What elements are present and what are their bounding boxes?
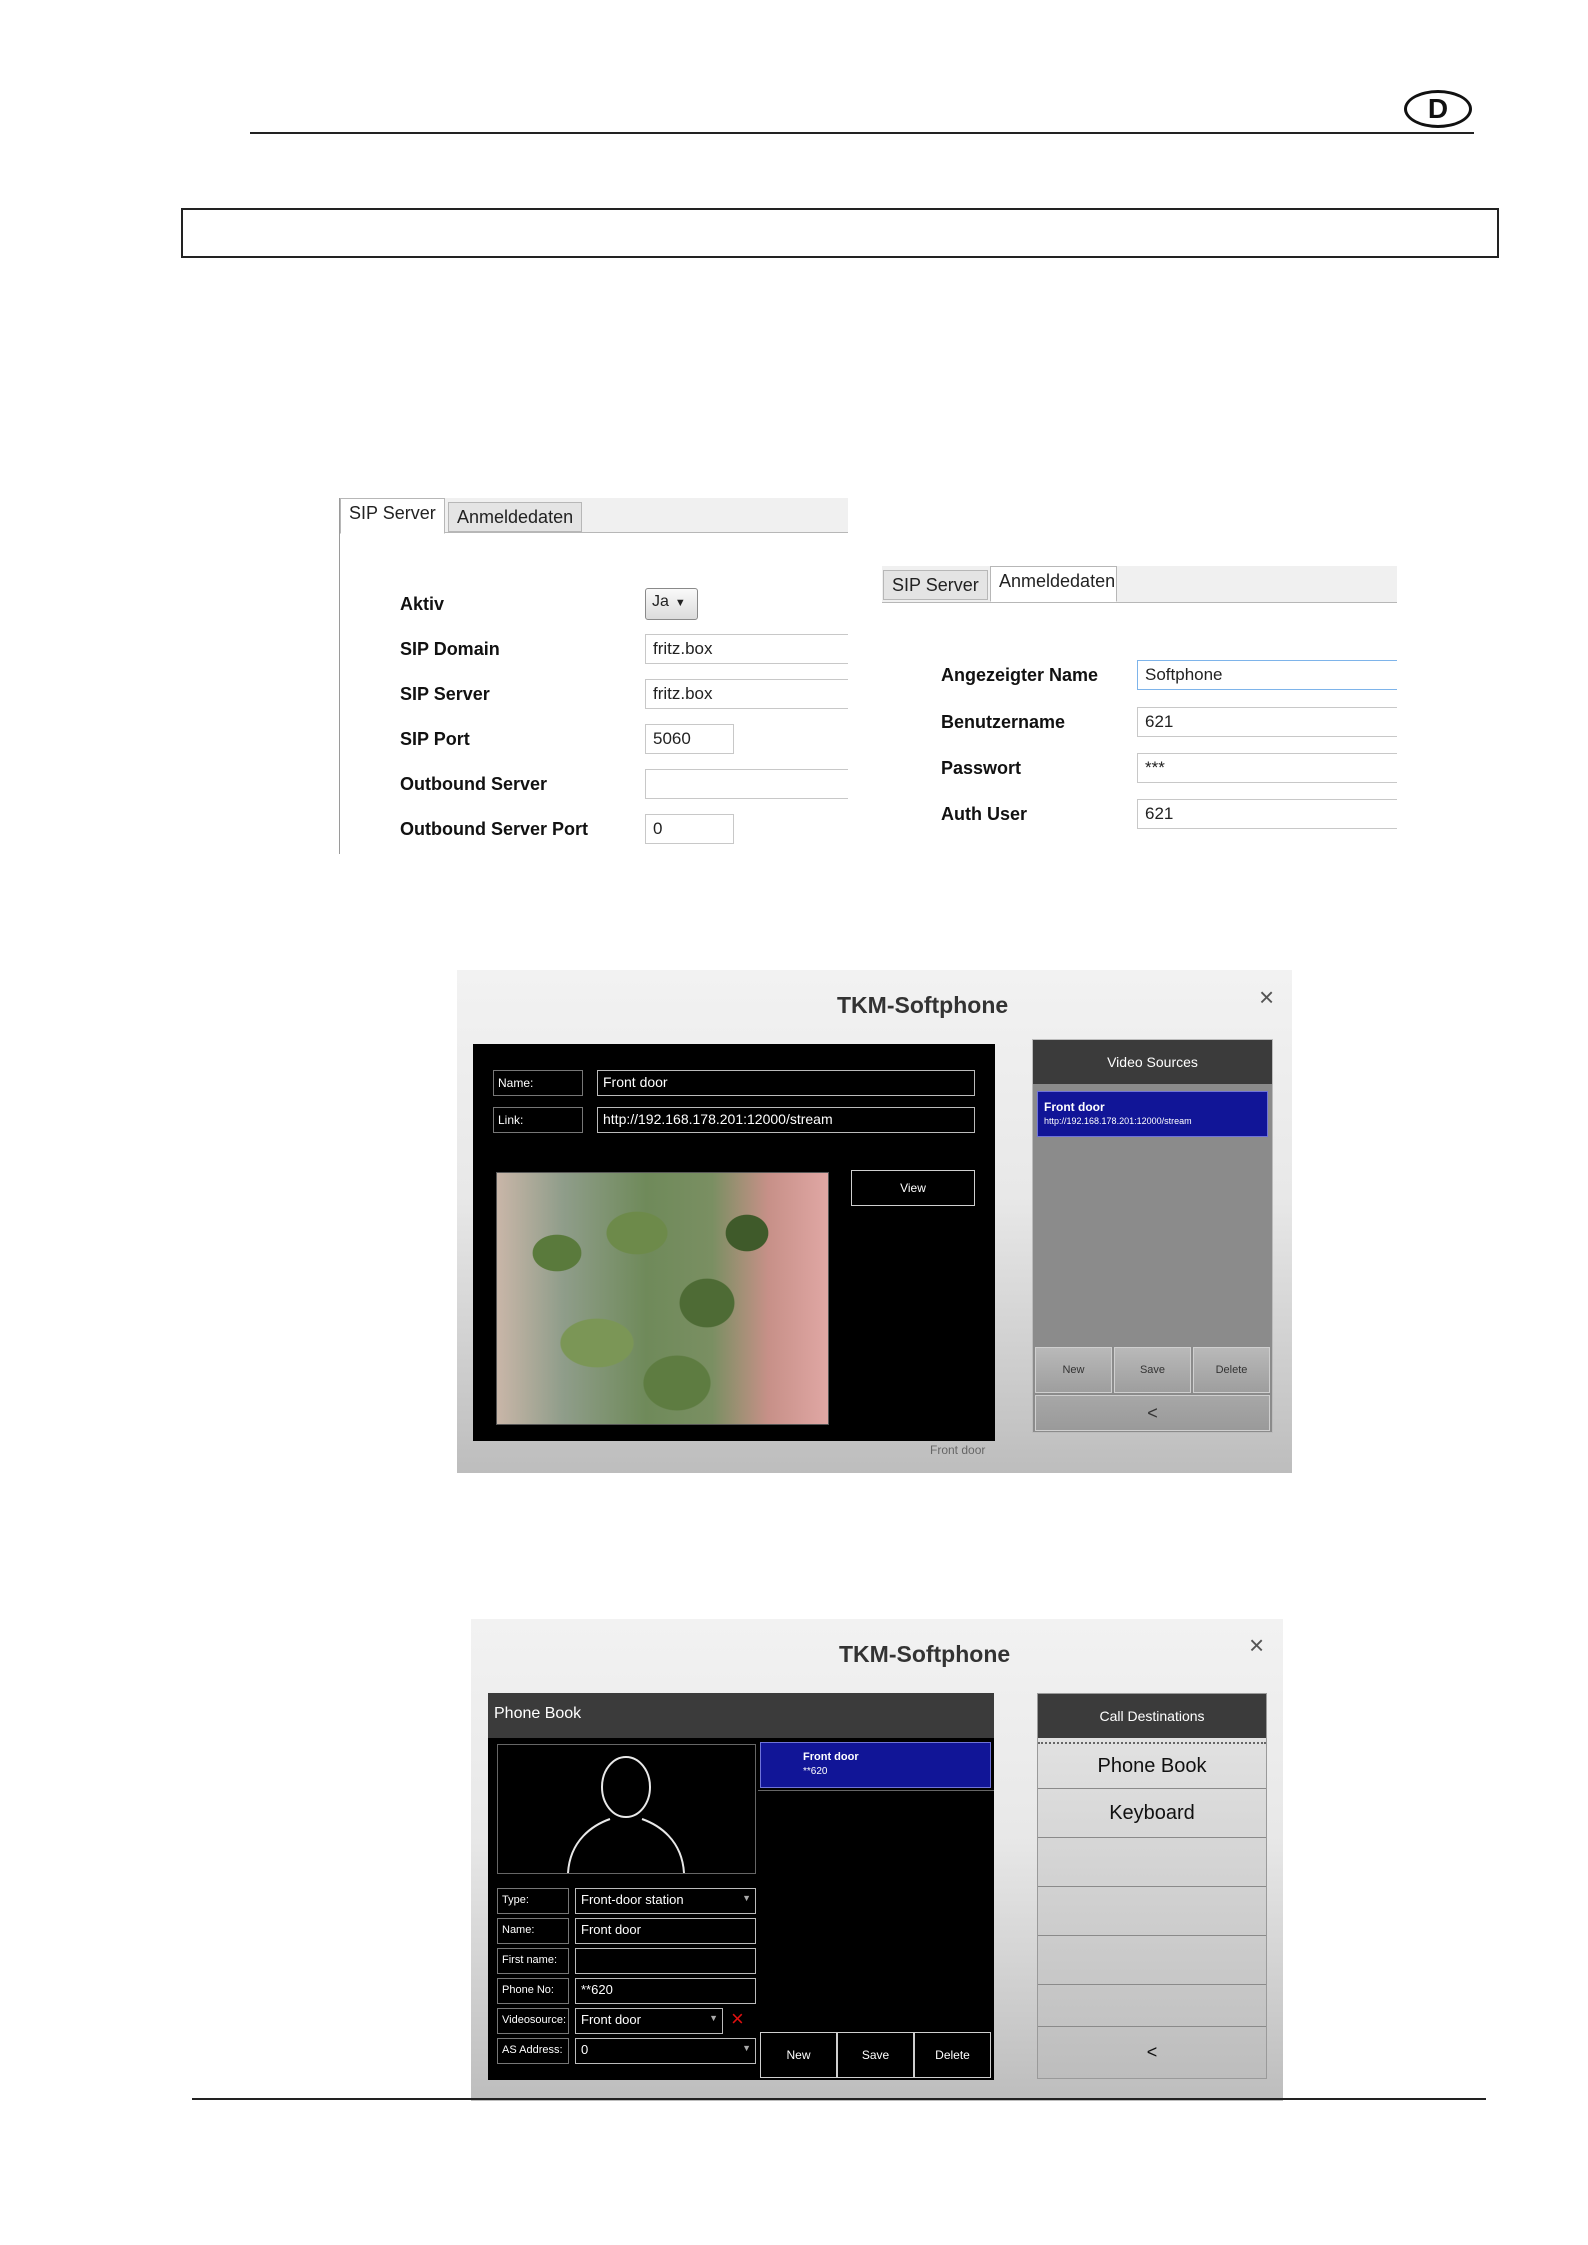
dropdown-arrow-icon: ▼ <box>742 2043 751 2053</box>
link-input[interactable]: http://192.168.178.201:12000/stream <box>597 1107 975 1133</box>
window-title: TKM-Softphone <box>839 1641 1011 1667</box>
password-input[interactable]: *** <box>1137 753 1397 783</box>
sip-domain-label: SIP Domain <box>400 639 500 659</box>
outbound-server-label: Outbound Server <box>400 774 548 794</box>
section-heading-box <box>181 208 1499 258</box>
empty-slot <box>1038 1886 1266 1935</box>
contact-avatar <box>497 1744 756 1874</box>
tab-anmeldedaten[interactable]: Anmeldedaten <box>448 502 583 532</box>
dropdown-arrow-icon: ▼ <box>674 597 686 609</box>
dropdown-arrow-icon: ▼ <box>709 2013 718 2023</box>
name-label: Name: <box>497 1918 569 1944</box>
back-button[interactable]: < <box>1035 1395 1270 1431</box>
phone-number-input[interactable]: **620 <box>575 1978 756 2004</box>
tab-sip-server[interactable]: SIP Server <box>883 570 988 600</box>
type-label: Type: <box>497 1888 569 1914</box>
as-address-select[interactable]: 0 ▼ <box>575 2038 756 2064</box>
sip-port-label: SIP Port <box>400 729 470 749</box>
videosource-label: Videosource: <box>497 2008 569 2034</box>
delete-button[interactable]: Delete <box>1193 1347 1270 1393</box>
video-sources-panel: Video Sources Front door http://192.168.… <box>1032 1039 1273 1433</box>
auth-user-input[interactable]: 621 <box>1137 799 1397 829</box>
display-name-label: Angezeigter Name <box>941 665 1099 685</box>
display-name-input[interactable]: Softphone <box>1137 660 1397 690</box>
aktiv-value: Ja <box>652 593 669 610</box>
back-button[interactable]: < <box>1038 2026 1266 2078</box>
password-label: Passwort <box>941 758 1022 778</box>
sip-domain-input[interactable]: fritz.box <box>645 634 848 664</box>
outbound-server-port-label: Outbound Server Port <box>400 819 589 839</box>
tab-sip-server[interactable]: SIP Server <box>340 498 445 534</box>
as-address-label: AS Address: <box>497 2038 569 2064</box>
save-button[interactable]: Save <box>837 2032 914 2078</box>
camera-preview-image <box>496 1172 829 1425</box>
close-icon[interactable]: × <box>1249 1630 1264 1661</box>
phonebook-entry[interactable]: Front door **620 <box>760 1742 991 1788</box>
new-button[interactable]: New <box>760 2032 837 2078</box>
type-select[interactable]: Front-door station ▼ <box>575 1888 756 1914</box>
login-settings-panel: SIP Server Anmeldedaten Angezeigter Name… <box>882 566 1397 842</box>
link-label: Link: <box>493 1107 583 1133</box>
tab-bar: SIP Server Anmeldedaten <box>882 566 1397 603</box>
sip-server-settings-panel: SIP Server Anmeldedaten Aktiv Ja ▼ SIP Do… <box>339 498 848 854</box>
username-input[interactable]: 621 <box>1137 707 1397 737</box>
close-icon[interactable]: × <box>1259 982 1274 1013</box>
preview-caption: Front door <box>930 1443 986 1457</box>
call-destination-phone-book[interactable]: Phone Book <box>1038 1742 1266 1788</box>
phonebook-body: Type: Front-door station ▼ Name: Front d… <box>488 1738 994 2080</box>
outbound-server-port-input[interactable]: 0 <box>645 814 734 844</box>
type-value: Front-door station <box>581 1892 684 1907</box>
sip-port-input[interactable]: 5060 <box>645 724 734 754</box>
video-source-item-url: http://192.168.178.201:12000/stream <box>1044 1116 1192 1126</box>
call-destinations-header: Call Destinations <box>1038 1694 1266 1738</box>
call-destinations-panel: Call Destinations Phone Book Keyboard < <box>1037 1693 1267 2079</box>
as-address-value: 0 <box>581 2042 589 2057</box>
tab-anmeldedaten[interactable]: Anmeldedaten <box>990 566 1117 602</box>
save-button[interactable]: Save <box>1114 1347 1191 1393</box>
list-divider <box>758 1790 994 1791</box>
auth-user-label: Auth User <box>941 804 1028 824</box>
aktiv-select[interactable]: Ja ▼ <box>645 588 698 620</box>
view-button[interactable]: View <box>851 1170 975 1206</box>
phonebook-entry-name: Front door <box>803 1751 859 1763</box>
first-name-input[interactable] <box>575 1948 756 1974</box>
empty-slot <box>1038 1984 1266 2026</box>
delete-button[interactable]: Delete <box>914 2032 991 2078</box>
header-rule <box>250 132 1474 134</box>
tab-bar: SIP Server Anmeldedaten <box>340 498 848 534</box>
videosource-value: Front door <box>581 2012 641 2027</box>
sip-server-input[interactable]: fritz.box <box>645 679 848 709</box>
dropdown-arrow-icon: ▼ <box>742 1893 751 1903</box>
video-sources-header: Video Sources <box>1033 1040 1272 1084</box>
username-label: Benutzername <box>941 712 1066 732</box>
video-source-item[interactable]: Front door http://192.168.178.201:12000/… <box>1037 1091 1268 1137</box>
aktiv-label: Aktiv <box>400 594 445 614</box>
clear-videosource-icon[interactable]: × <box>731 2006 744 2032</box>
name-label: Name: <box>493 1070 583 1096</box>
empty-slot <box>1038 1837 1266 1886</box>
person-silhouette-icon <box>567 1756 685 1874</box>
video-source-editor: Name: Front door Link: http://192.168.17… <box>473 1044 995 1441</box>
language-badge: D <box>1404 90 1472 128</box>
window-title: TKM-Softphone <box>837 992 1009 1018</box>
footer-rule <box>192 2098 1486 2100</box>
name-input[interactable]: Front door <box>575 1918 756 1944</box>
first-name-label: First name: <box>497 1948 569 1974</box>
phonebook-header: Phone Book <box>488 1693 994 1738</box>
phonebook-entry-number: **620 <box>803 1766 828 1777</box>
videosource-select[interactable]: Front door ▼ <box>575 2008 723 2034</box>
phone-number-label: Phone No: <box>497 1978 569 2004</box>
outbound-server-input[interactable] <box>645 769 848 799</box>
new-button[interactable]: New <box>1035 1347 1112 1393</box>
name-input[interactable]: Front door <box>597 1070 975 1096</box>
video-source-item-name: Front door <box>1044 1100 1105 1114</box>
call-destination-keyboard[interactable]: Keyboard <box>1038 1788 1266 1837</box>
empty-slot <box>1038 1935 1266 1984</box>
sip-server-label: SIP Server <box>400 684 490 704</box>
